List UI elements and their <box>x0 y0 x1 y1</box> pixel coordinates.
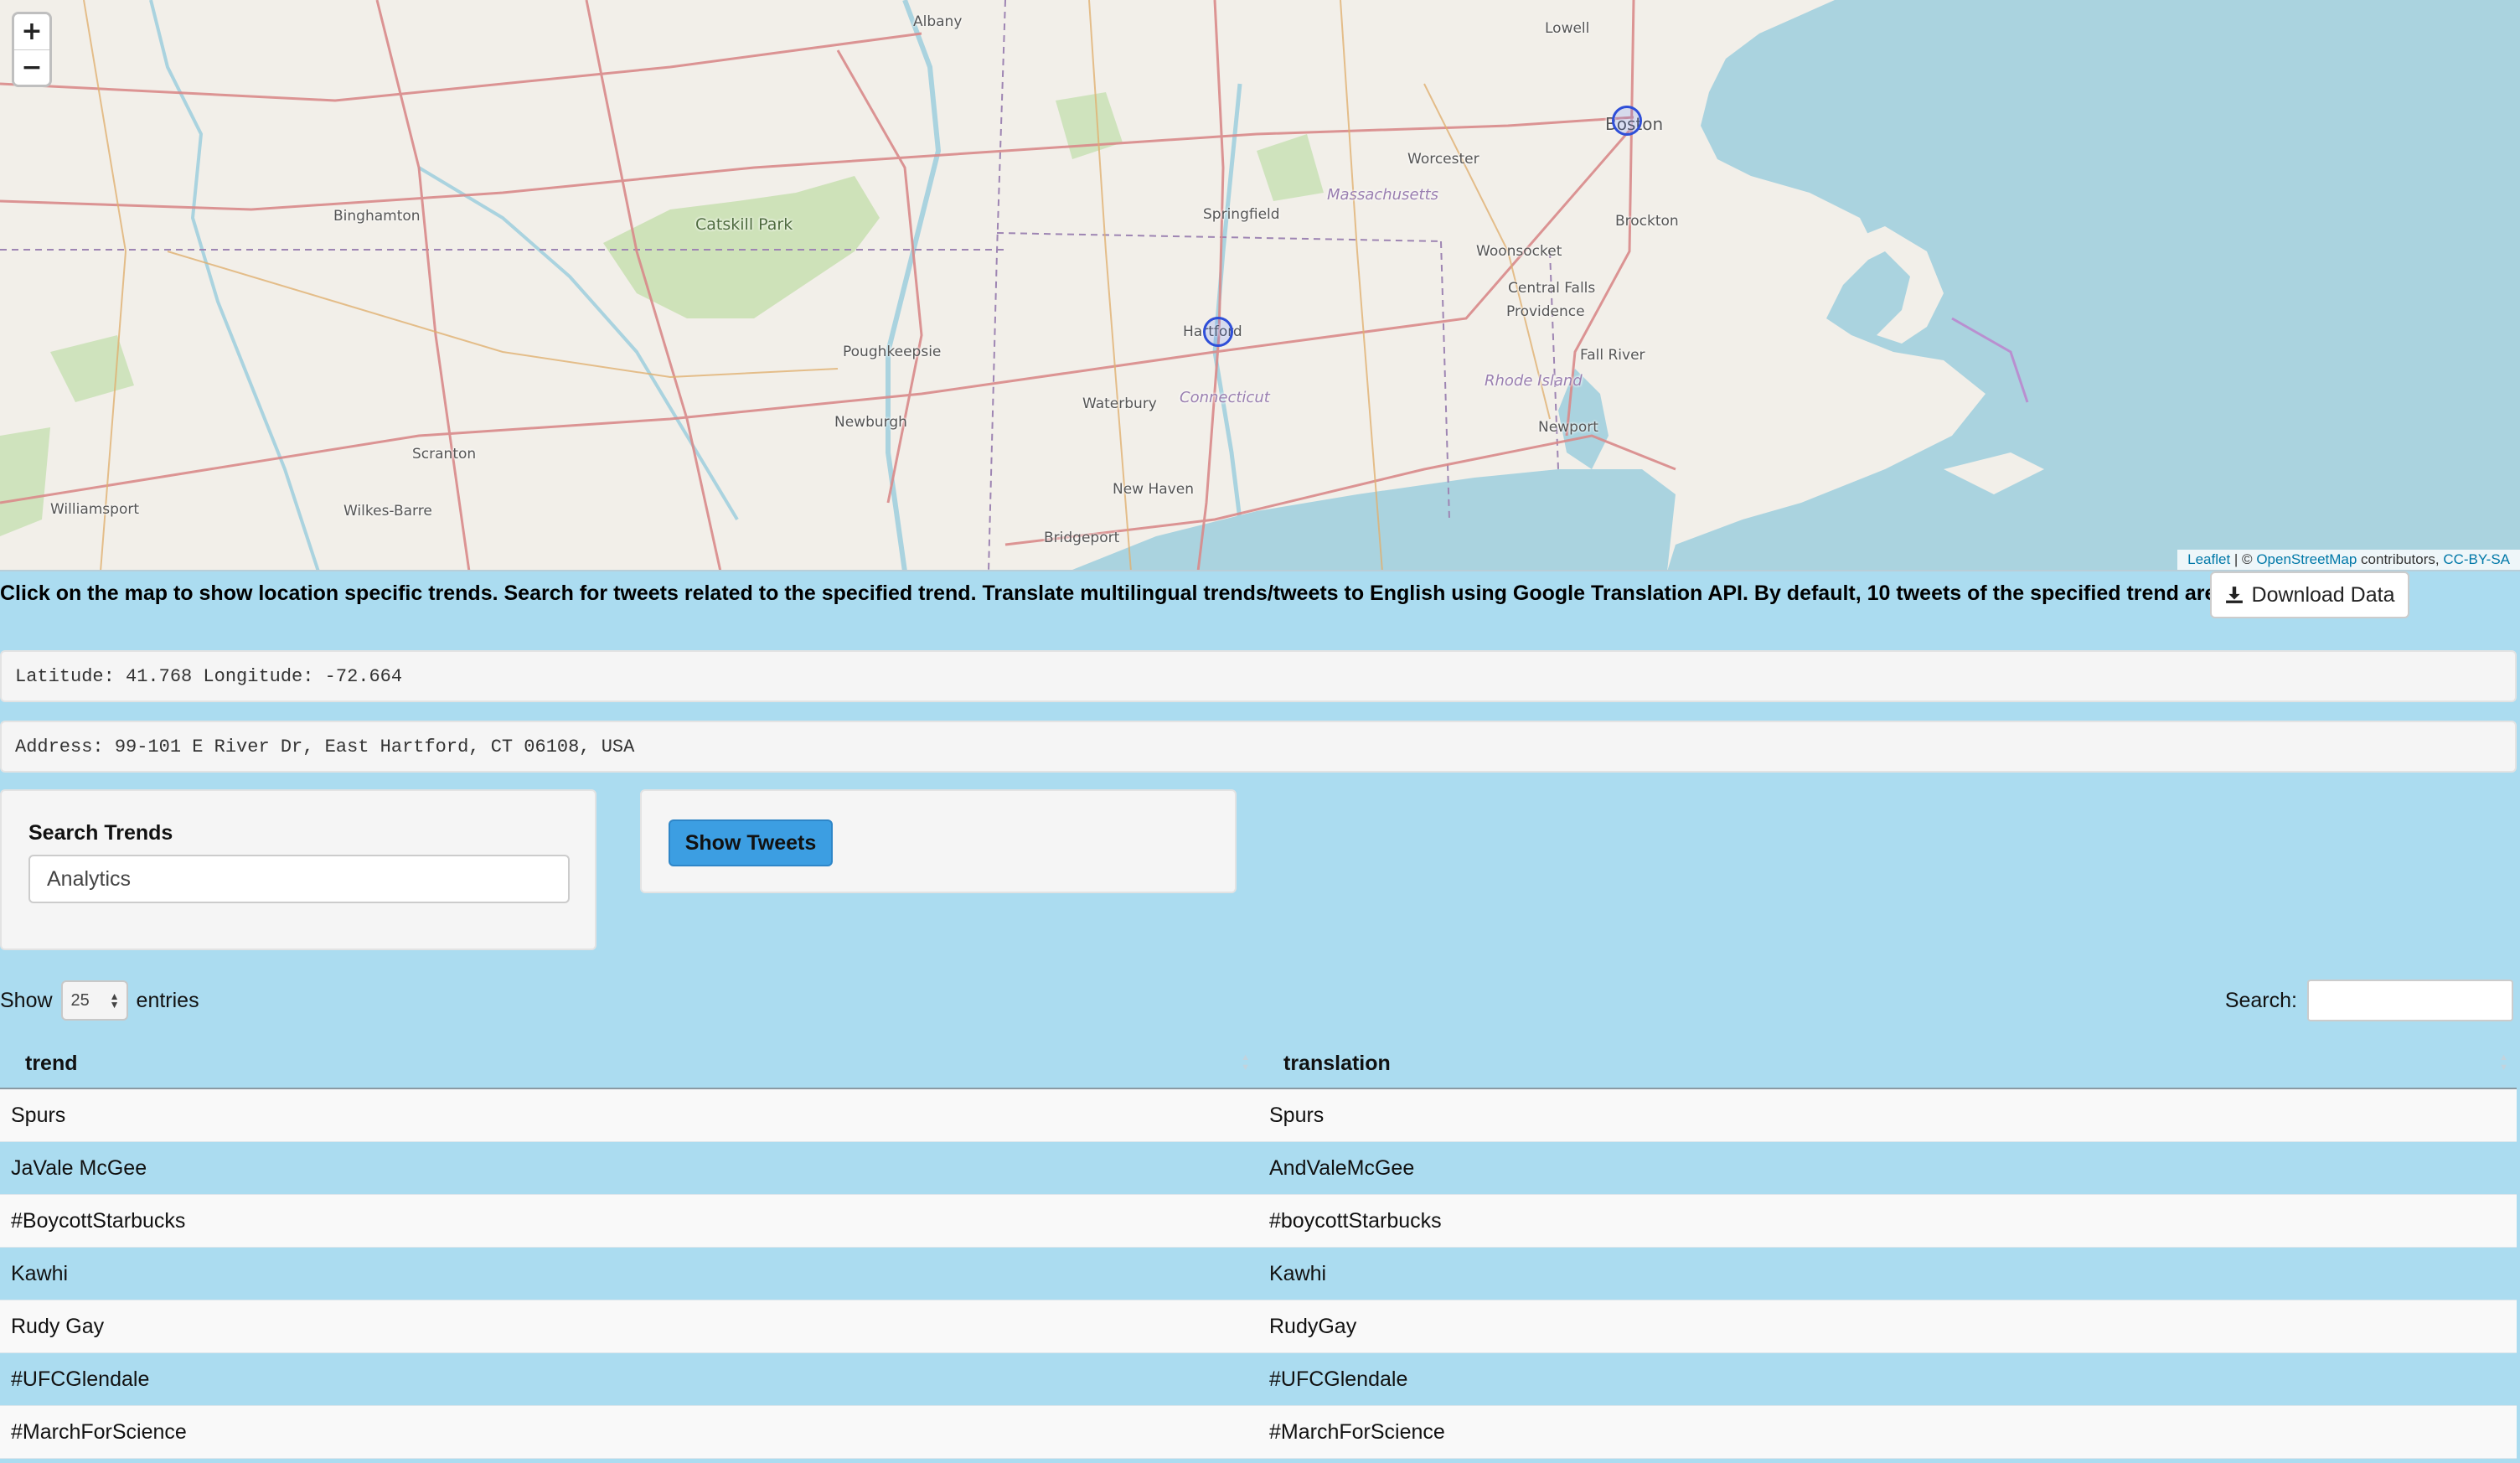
select-arrows-icon: ▲ ▼ <box>109 990 120 1011</box>
table-search-input[interactable] <box>2307 980 2513 1021</box>
attribution-separator: | © <box>2230 551 2257 567</box>
map-tiles <box>0 0 2520 570</box>
cell-translation: RudyGay <box>1269 1314 1357 1338</box>
instructions-text: Click on the map to show location specif… <box>0 582 2295 605</box>
license-link[interactable]: CC-BY-SA <box>2443 551 2510 567</box>
place-label: Waterbury <box>1082 395 1157 412</box>
column-header-label: translation <box>1283 1051 1391 1075</box>
place-label: Newburgh <box>834 414 907 431</box>
cell-translation: #MarchForScience <box>1269 1419 1445 1444</box>
place-label: Central Falls <box>1508 280 1596 297</box>
show-label: Show <box>0 988 53 1012</box>
map-marker-boston[interactable] <box>1612 106 1642 136</box>
table-row: #UFCGlendale #UFCGlendale <box>0 1353 2517 1406</box>
download-icon <box>2225 587 2243 603</box>
table-search-control: Search: <box>2225 979 2513 1022</box>
place-label: Rhode Island <box>1485 372 1583 390</box>
place-label: Poughkeepsie <box>843 344 942 360</box>
trends-table: trend ▲ ▼ translation ▲ ▼ Spurs Spurs JaVa… <box>0 1039 2517 1459</box>
table-row: #MarchForScience #MarchForScience <box>0 1406 2517 1459</box>
cell-translation: AndValeMcGee <box>1269 1155 1415 1180</box>
place-label: Fall River <box>1580 347 1645 364</box>
table-row: Spurs Spurs <box>0 1089 2517 1142</box>
coordinates-output: Latitude: 41.768 Longitude: -72.664 <box>0 650 2517 702</box>
sort-icon: ▲ ▼ <box>2499 1052 2508 1073</box>
place-label: Scranton <box>412 446 477 463</box>
map-view[interactable]: + − Albany Lowell Boston Binghamton Cats… <box>0 0 2520 571</box>
search-trends-input[interactable]: Analytics <box>28 855 570 903</box>
table-row: JaVale McGee AndValeMcGee <box>0 1142 2517 1195</box>
cell-translation: Spurs <box>1269 1103 1325 1127</box>
place-label: Albany <box>913 13 963 30</box>
zoom-control: + − <box>12 12 52 87</box>
attribution-contributors: contributors, <box>2357 551 2444 567</box>
place-label: Springfield <box>1203 206 1280 223</box>
table-search-label: Search: <box>2224 988 2297 1012</box>
place-label: Woonsocket <box>1476 243 1562 260</box>
map-marker-hartford[interactable] <box>1203 317 1233 347</box>
place-label: Brockton <box>1615 213 1679 230</box>
map-attribution: Leaflet | © OpenStreetMap contributors, … <box>2177 550 2520 570</box>
cell-trend: Rudy Gay <box>11 1314 105 1338</box>
cell-trend: Kawhi <box>11 1261 69 1285</box>
place-label: Providence <box>1506 303 1585 320</box>
cell-trend: #BoycottStarbucks <box>11 1208 186 1233</box>
place-label: Worcester <box>1407 151 1479 168</box>
leaflet-link[interactable]: Leaflet <box>2187 551 2230 567</box>
place-label: Williamsport <box>50 501 140 518</box>
entries-label: entries <box>136 988 199 1012</box>
table-header: trend ▲ ▼ translation ▲ ▼ <box>0 1039 2517 1089</box>
sort-icon: ▲ ▼ <box>1241 1052 1250 1073</box>
zoom-out-button[interactable]: − <box>14 49 49 85</box>
place-label: Newport <box>1538 419 1598 436</box>
download-data-label: Download Data <box>2251 582 2395 607</box>
place-label: Connecticut <box>1180 389 1270 406</box>
zoom-in-button[interactable]: + <box>14 14 49 49</box>
cell-translation: #boycottStarbucks <box>1269 1208 1442 1233</box>
search-trends-label: Search Trends <box>28 821 173 845</box>
place-label: Binghamton <box>333 208 421 225</box>
table-row: Kawhi Kawhi <box>0 1248 2517 1300</box>
address-output: Address: 99-101 E River Dr, East Hartfor… <box>0 721 2517 773</box>
table-row: #BoycottStarbucks #boycottStarbucks <box>0 1195 2517 1248</box>
cell-trend: JaVale McGee <box>11 1155 147 1180</box>
column-header-trend[interactable]: trend ▲ ▼ <box>0 1039 1258 1088</box>
osm-link[interactable]: OpenStreetMap <box>2256 551 2357 567</box>
page-length-select[interactable]: 25 ▲ ▼ <box>60 980 128 1021</box>
column-header-translation[interactable]: translation ▲ ▼ <box>1258 1039 2517 1088</box>
download-data-button[interactable]: Download Data <box>2210 571 2409 618</box>
cell-trend: #UFCGlendale <box>11 1367 150 1391</box>
column-header-label: trend <box>25 1051 78 1075</box>
table-length-control: Show 25 ▲ ▼ entries <box>0 979 199 1022</box>
cell-translation: #UFCGlendale <box>1269 1367 1408 1391</box>
cell-trend: #MarchForScience <box>11 1419 187 1444</box>
place-label: Wilkes-Barre <box>343 503 432 520</box>
cell-trend: Spurs <box>11 1103 66 1127</box>
page-length-value: 25 <box>70 990 90 1010</box>
place-label: Massachusetts <box>1327 186 1439 204</box>
cell-translation: Kawhi <box>1269 1261 1327 1285</box>
place-label: Lowell <box>1545 20 1590 37</box>
place-label: New Haven <box>1113 481 1194 498</box>
show-tweets-button[interactable]: Show Tweets <box>669 819 833 866</box>
show-tweets-panel: Show Tweets <box>640 789 1237 893</box>
place-label: Catskill Park <box>695 215 793 234</box>
table-row: Rudy Gay RudyGay <box>0 1300 2517 1353</box>
search-trends-panel: Search Trends Analytics <box>0 789 596 950</box>
place-label: Bridgeport <box>1044 530 1120 546</box>
